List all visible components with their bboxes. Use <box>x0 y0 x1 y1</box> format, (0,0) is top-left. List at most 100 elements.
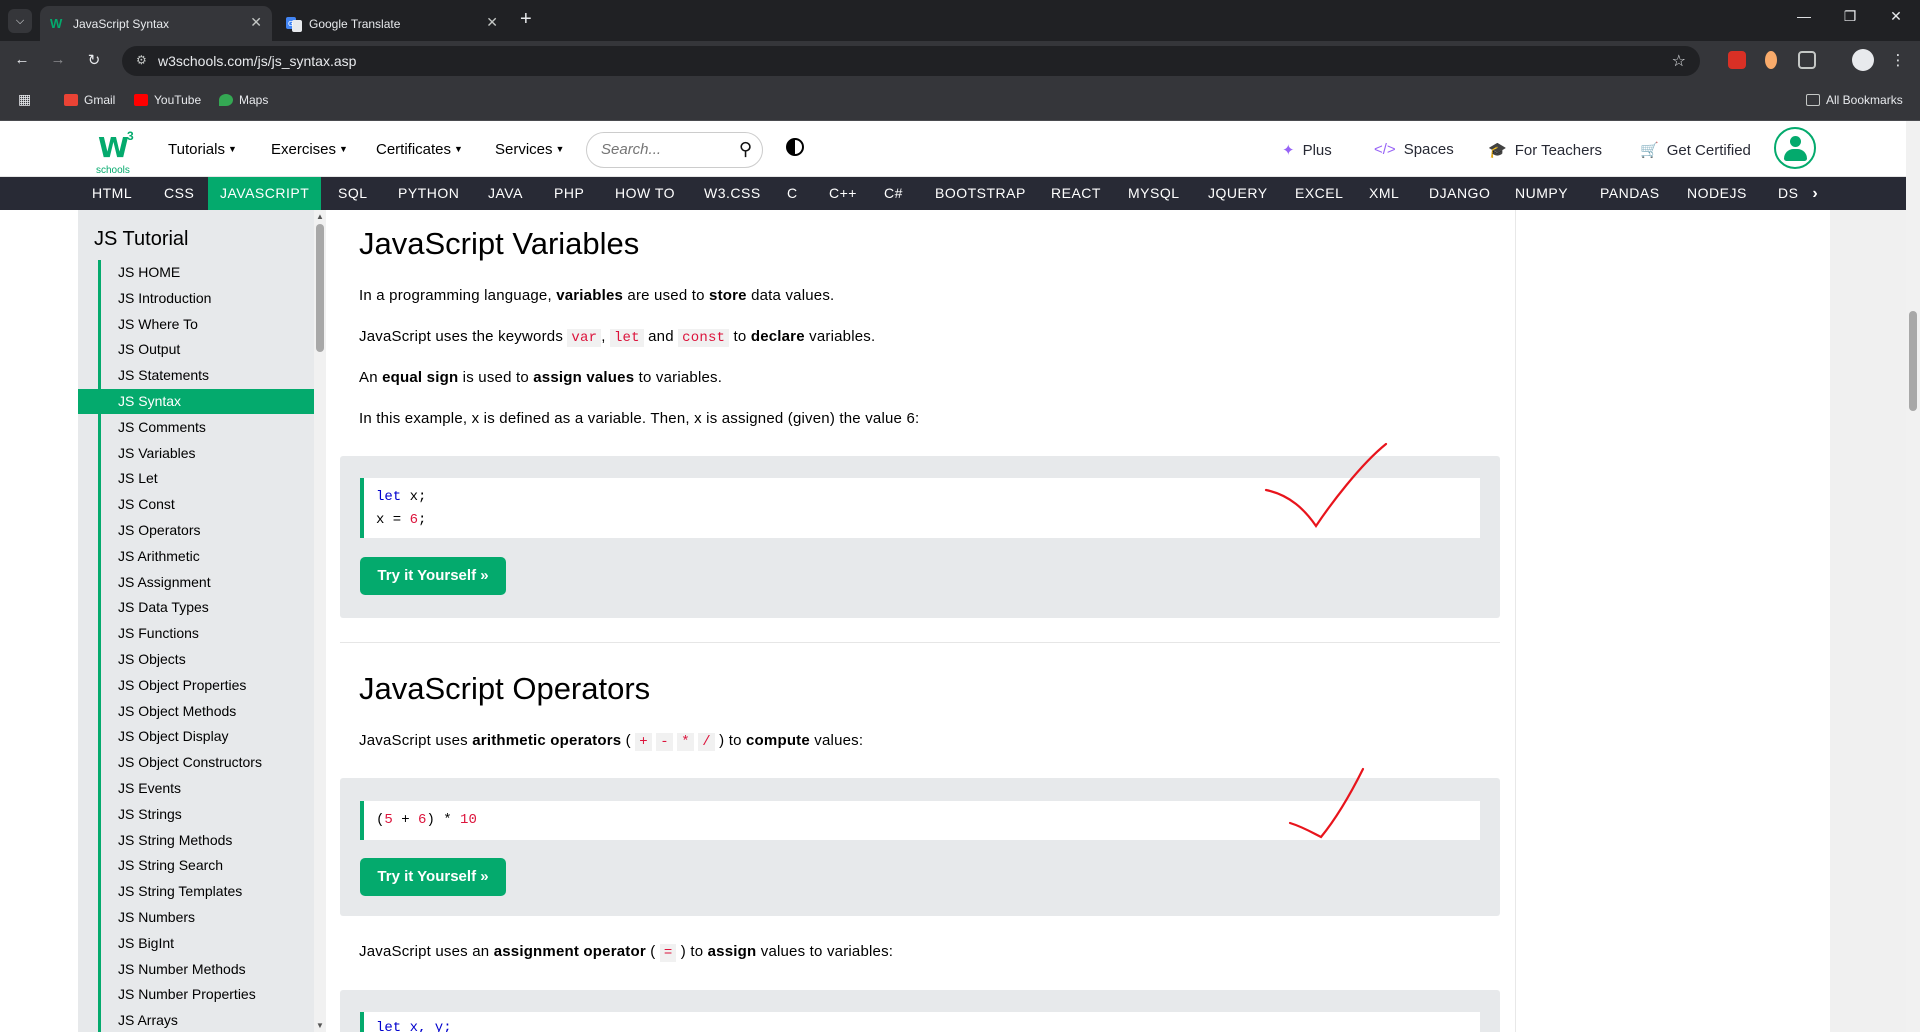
sidebar-item-js-statements[interactable]: JS Statements <box>78 363 314 388</box>
topnav-sql[interactable]: SQL <box>326 177 380 210</box>
sidebar-item-js-operators[interactable]: JS Operators <box>78 518 314 543</box>
sidebar-item-js-output[interactable]: JS Output <box>78 337 314 362</box>
sidebar-item-js-assignment[interactable]: JS Assignment <box>78 570 314 595</box>
profile-icon[interactable] <box>1852 49 1874 71</box>
sidebar-item-js-introduction[interactable]: JS Introduction <box>78 286 314 311</box>
sidebar-item-js-syntax[interactable]: JS Syntax <box>78 389 314 414</box>
sidebar-item-js-data-types[interactable]: JS Data Types <box>78 595 314 620</box>
sidebar-item-js-number-methods[interactable]: JS Number Methods <box>78 957 314 982</box>
topnav-w3css[interactable]: W3.CSS <box>692 177 773 210</box>
minimize-icon[interactable]: — <box>1784 8 1824 24</box>
topnav-java[interactable]: JAVA <box>476 177 535 210</box>
page-scroll-thumb[interactable] <box>1909 311 1917 411</box>
sidebar-item-js-home[interactable]: JS HOME <box>78 260 314 285</box>
page-scrollbar[interactable] <box>1906 121 1920 1032</box>
try-it-yourself-button[interactable]: Try it Yourself » <box>360 858 506 896</box>
sidebar-item-js-string-templates[interactable]: JS String Templates <box>78 879 314 904</box>
sidebar-item-js-object-properties[interactable]: JS Object Properties <box>78 673 314 698</box>
sidebar-item-js-bigint[interactable]: JS BigInt <box>78 931 314 956</box>
topnav-excel[interactable]: EXCEL <box>1283 177 1355 210</box>
topnav-cpp[interactable]: C++ <box>817 177 869 210</box>
sidebar-item-js-arithmetic[interactable]: JS Arithmetic <box>78 544 314 569</box>
menu-tutorials[interactable]: Tutorials ▼ <box>168 141 237 158</box>
sidebar-item-js-events[interactable]: JS Events <box>78 776 314 801</box>
sidebar-item-js-functions[interactable]: JS Functions <box>78 621 314 646</box>
topnav-django[interactable]: DJANGO <box>1417 177 1502 210</box>
extension-youtube-icon[interactable] <box>1728 51 1746 69</box>
extension-orange-icon[interactable] <box>1765 51 1777 69</box>
topnav-javascript[interactable]: JAVASCRIPT <box>208 177 322 210</box>
sidebar-item-js-comments[interactable]: JS Comments <box>78 415 314 440</box>
browser-menu-icon[interactable]: ⋮ <box>1888 51 1908 69</box>
user-avatar[interactable] <box>1774 127 1816 169</box>
sidebar-item-js-object-constructors[interactable]: JS Object Constructors <box>78 750 314 775</box>
topnav-php[interactable]: PHP <box>542 177 596 210</box>
sidebar-item-js-object-display[interactable]: JS Object Display <box>78 724 314 749</box>
try-it-yourself-button[interactable]: Try it Yourself » <box>360 557 506 595</box>
bookmark-youtube[interactable]: YouTube <box>134 93 201 107</box>
bookmark-maps[interactable]: Maps <box>219 93 268 107</box>
search-input[interactable] <box>601 141 721 158</box>
tab-search-button[interactable]: ⌵ <box>8 9 32 33</box>
menu-for-teachers[interactable]: 🎓 For Teachers <box>1488 141 1602 159</box>
sidebar-item-js-number-properties[interactable]: JS Number Properties <box>78 982 314 1007</box>
sidebar-item-js-string-methods[interactable]: JS String Methods <box>78 828 314 853</box>
sidebar-scroll-thumb[interactable] <box>316 224 324 352</box>
chevron-right-icon[interactable]: › <box>1800 177 1830 210</box>
extensions-puzzle-icon[interactable] <box>1798 51 1816 69</box>
scroll-up-icon[interactable]: ▲ <box>316 212 324 221</box>
topnav-react[interactable]: REACT <box>1039 177 1113 210</box>
all-bookmarks[interactable]: All Bookmarks <box>1806 93 1903 107</box>
topnav-nodejs[interactable]: NODEJS <box>1675 177 1759 210</box>
bookmark-star-icon[interactable]: ☆ <box>1672 51 1686 71</box>
close-window-icon[interactable]: ✕ <box>1876 8 1916 25</box>
topnav-html[interactable]: HTML <box>80 177 144 210</box>
address-bar[interactable]: ⚙ w3schools.com/js/js_syntax.asp ☆ <box>122 46 1700 76</box>
menu-get-certified[interactable]: 🛒 Get Certified <box>1640 141 1751 159</box>
scroll-down-icon[interactable]: ▼ <box>316 1021 324 1030</box>
topnav-mysql[interactable]: MYSQL <box>1116 177 1192 210</box>
sidebar-scrollbar[interactable]: ▲ ▼ <box>314 210 326 1032</box>
search-icon[interactable]: ⚲ <box>739 139 752 160</box>
topnav-pandas[interactable]: PANDAS <box>1588 177 1672 210</box>
menu-certificates[interactable]: Certificates ▼ <box>376 141 463 158</box>
sidebar-item-js-variables[interactable]: JS Variables <box>78 441 314 466</box>
topnav-howto[interactable]: HOW TO <box>603 177 687 210</box>
sidebar-item-js-strings[interactable]: JS Strings <box>78 802 314 827</box>
apps-grid-icon[interactable]: ▦ <box>18 91 31 108</box>
bookmark-gmail[interactable]: Gmail <box>64 93 115 107</box>
url-text[interactable]: w3schools.com/js/js_syntax.asp <box>158 53 356 69</box>
close-tab-icon[interactable]: ✕ <box>486 14 498 31</box>
forward-icon[interactable]: → <box>48 51 68 68</box>
menu-services[interactable]: Services ▼ <box>495 141 564 158</box>
restore-icon[interactable]: ❐ <box>1830 8 1870 25</box>
w3schools-logo[interactable]: W 3 schools <box>94 129 140 176</box>
topnav-python[interactable]: PYTHON <box>386 177 471 210</box>
sidebar-item-js-numbers[interactable]: JS Numbers <box>78 905 314 930</box>
topnav-c[interactable]: C <box>775 177 810 210</box>
topnav-numpy[interactable]: NUMPY <box>1503 177 1580 210</box>
new-tab-icon[interactable]: + <box>520 8 532 31</box>
site-info-icon[interactable]: ⚙ <box>136 53 147 67</box>
sidebar-item-js-objects[interactable]: JS Objects <box>78 647 314 672</box>
sidebar-item-js-let[interactable]: JS Let <box>78 466 314 491</box>
topnav-bootstrap[interactable]: BOOTSTRAP <box>923 177 1038 210</box>
menu-exercises[interactable]: Exercises ▼ <box>271 141 348 158</box>
back-icon[interactable]: ← <box>12 51 32 68</box>
close-tab-icon[interactable]: ✕ <box>250 14 262 31</box>
sidebar-item-js-object-methods[interactable]: JS Object Methods <box>78 699 314 724</box>
topnav-xml[interactable]: XML <box>1357 177 1411 210</box>
sidebar-item-js-where-to[interactable]: JS Where To <box>78 312 314 337</box>
reload-icon[interactable]: ↻ <box>84 51 104 69</box>
dark-mode-toggle-icon[interactable] <box>786 138 804 156</box>
search-box[interactable]: ⚲ <box>586 132 763 168</box>
sidebar-item-js-string-search[interactable]: JS String Search <box>78 853 314 878</box>
menu-spaces[interactable]: </> Spaces <box>1374 141 1454 158</box>
menu-plus[interactable]: ✦ Plus <box>1282 141 1332 159</box>
topnav-css[interactable]: CSS <box>152 177 206 210</box>
tab-google-translate[interactable]: G Google Translate ✕ <box>276 6 508 41</box>
topnav-csharp[interactable]: C# <box>872 177 915 210</box>
sidebar-item-js-arrays[interactable]: JS Arrays <box>78 1008 314 1032</box>
sidebar-item-js-const[interactable]: JS Const <box>78 492 314 517</box>
topnav-jquery[interactable]: JQUERY <box>1196 177 1280 210</box>
